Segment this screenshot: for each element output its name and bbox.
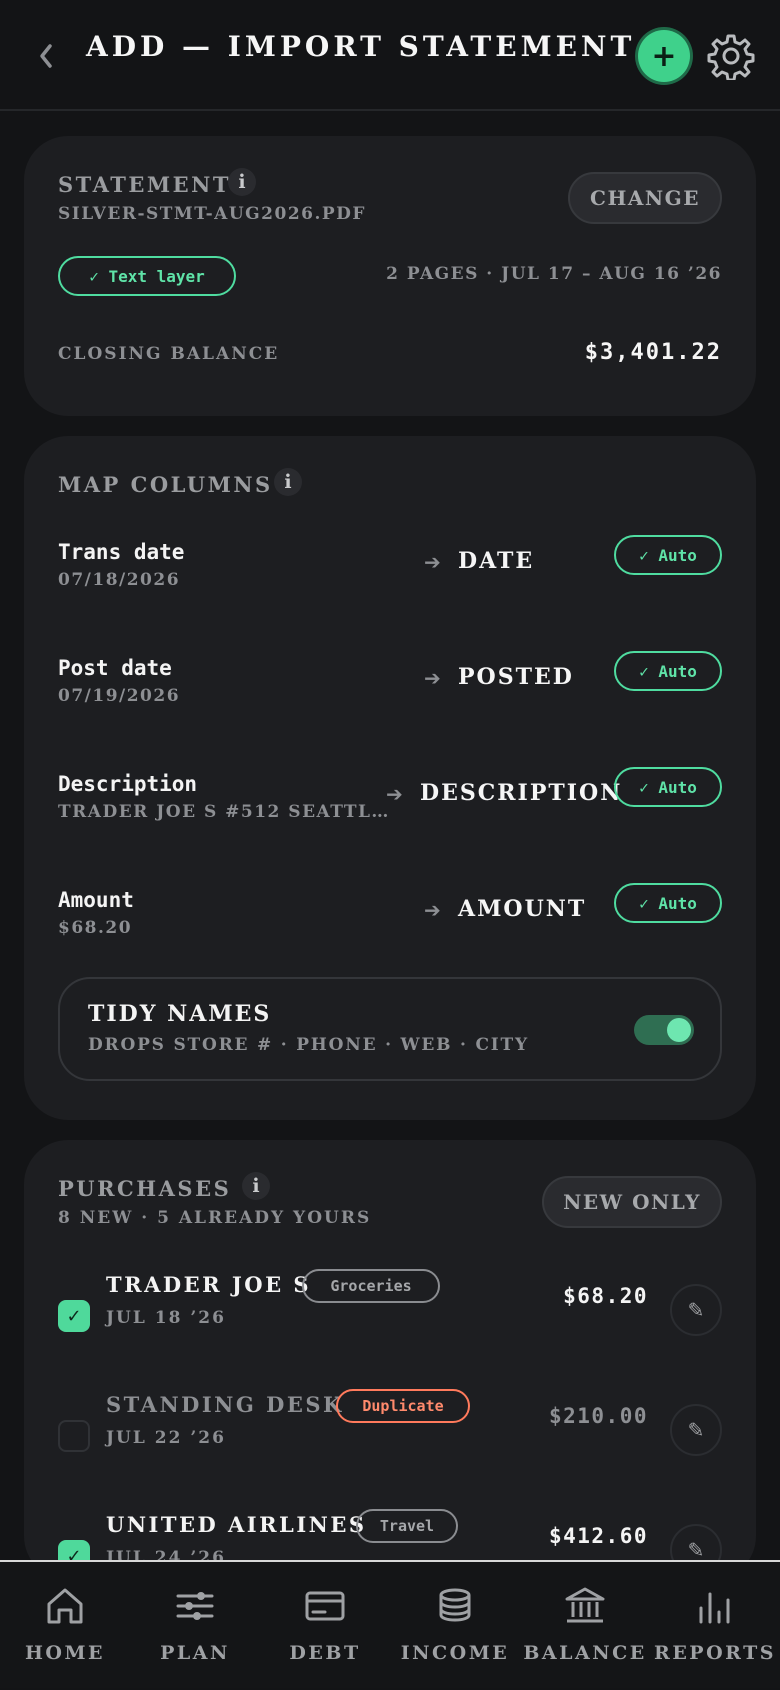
arrow-right-icon: ➔: [424, 898, 441, 922]
text-layer-badge: ✓ Text layer: [58, 256, 236, 296]
transaction-row[interactable]: STANDING DESK Duplicate JUL 22 ’26 $210.…: [24, 1389, 756, 1456]
transaction-amount: $412.60: [548, 1524, 648, 1548]
auto-badge: ✓ Auto: [614, 651, 722, 691]
info-icon[interactable]: i: [274, 468, 302, 496]
settings-button[interactable]: [706, 31, 756, 81]
new-only-filter-button[interactable]: NEW ONLY: [542, 1176, 722, 1228]
arrow-right-icon: ➔: [424, 666, 441, 690]
purchases-summary: 8 NEW · 5 ALREADY YOURS: [58, 1208, 372, 1228]
column-sample: $68.20: [58, 918, 133, 938]
column-mapping-row[interactable]: Trans date 07/18/2026 ➔ DATE ✓ Auto: [24, 535, 756, 610]
nav-label: BALANCE: [523, 1642, 647, 1664]
nav-label: INCOME: [400, 1642, 510, 1664]
edit-button[interactable]: ✎: [670, 1404, 722, 1456]
column-sample: 07/18/2026: [58, 570, 181, 590]
column-name: Post date: [58, 656, 172, 680]
column-name: Trans date: [58, 540, 185, 564]
page-title: ADD — IMPORT STATEMENT: [86, 30, 636, 63]
coins-icon: [439, 1588, 471, 1622]
auto-badge: ✓ Auto: [614, 767, 722, 807]
column-target[interactable]: AMOUNT: [458, 896, 586, 922]
toggle-knob: [667, 1018, 691, 1042]
statement-meta: 2 PAGES · JUL 17 – AUG 16 ’26: [386, 264, 722, 284]
nav-debt[interactable]: DEBT: [260, 1562, 390, 1690]
column-sample: 07/19/2026: [58, 686, 181, 706]
nav-reports[interactable]: REPORTS: [650, 1562, 780, 1690]
column-mapping-row[interactable]: Description TRADER JOE S #512 SEATTL… ➔ …: [24, 767, 756, 842]
bank-icon: [565, 1587, 605, 1623]
tidy-names-title: TIDY NAMES: [88, 1001, 272, 1027]
pencil-icon: ✎: [687, 1418, 705, 1442]
back-button[interactable]: [30, 36, 62, 76]
nav-label: REPORTS: [654, 1642, 776, 1664]
bottom-navigation: HOME PLAN DEBT INCOME BALANCE REPORTS: [0, 1560, 780, 1688]
gear-icon: [707, 34, 755, 80]
duplicate-badge: Duplicate: [336, 1389, 470, 1423]
closing-balance-value: $3,401.22: [584, 340, 722, 365]
purchases-label: PURCHASES: [58, 1176, 232, 1201]
change-button[interactable]: CHANGE: [568, 172, 722, 224]
info-icon[interactable]: i: [228, 168, 256, 196]
column-name: Amount: [58, 888, 134, 912]
nav-label: HOME: [24, 1642, 106, 1664]
map-columns-card: MAP COLUMNS i Trans date 07/18/2026 ➔ DA…: [24, 436, 756, 1120]
top-bar: ADD — IMPORT STATEMENT +: [0, 0, 780, 111]
column-name: Description: [58, 772, 198, 796]
add-button[interactable]: +: [638, 30, 690, 82]
map-columns-label: MAP COLUMNS: [58, 472, 273, 497]
statement-label: STATEMENT: [58, 172, 231, 197]
nav-income[interactable]: INCOME: [390, 1562, 520, 1690]
transaction-amount: $68.20: [563, 1284, 648, 1308]
nav-balance[interactable]: BALANCE: [520, 1562, 650, 1690]
nav-home[interactable]: HOME: [0, 1562, 130, 1690]
statement-filename: SILVER-STMT-AUG2026.PDF: [58, 204, 366, 224]
auto-badge: ✓ Auto: [614, 535, 722, 575]
nav-label: DEBT: [289, 1642, 361, 1664]
chevron-left-icon: [40, 44, 52, 68]
merchant-name: STANDING DESK: [106, 1392, 344, 1417]
checkbox-unchecked[interactable]: [58, 1420, 90, 1452]
column-sample: TRADER JOE S #512 SEATTL…: [58, 802, 390, 822]
auto-badge: ✓ Auto: [614, 883, 722, 923]
column-target[interactable]: DESCRIPTION: [420, 780, 622, 806]
column-target[interactable]: DATE: [458, 548, 534, 574]
column-mapping-row[interactable]: Post date 07/19/2026 ➔ POSTED ✓ Auto: [24, 651, 756, 726]
transaction-date: JUL 18 ’26: [106, 1308, 226, 1328]
tidy-names-subtitle: DROPS STORE # · PHONE · WEB · CITY: [88, 1035, 529, 1055]
tidy-names-toggle[interactable]: [634, 1015, 694, 1045]
plus-icon: +: [651, 38, 677, 74]
merchant-name: UNITED AIRLINES: [106, 1512, 367, 1537]
info-icon[interactable]: i: [242, 1172, 270, 1200]
tidy-names-option: TIDY NAMES DROPS STORE # · PHONE · WEB ·…: [58, 977, 722, 1081]
edit-button[interactable]: ✎: [670, 1284, 722, 1336]
pencil-icon: ✎: [687, 1298, 705, 1322]
home-icon: [47, 1588, 83, 1624]
transaction-row[interactable]: ✓ TRADER JOE S Groceries JUL 18 ’26 $68.…: [24, 1269, 756, 1336]
transaction-date: JUL 22 ’26: [106, 1428, 226, 1448]
column-mapping-row[interactable]: Amount $68.20 ➔ AMOUNT ✓ Auto: [24, 883, 756, 958]
purchases-card: PURCHASES i 8 NEW · 5 ALREADY YOURS NEW …: [24, 1140, 756, 1580]
checkbox-checked[interactable]: ✓: [58, 1300, 90, 1332]
category-badge[interactable]: Travel: [356, 1509, 458, 1543]
credit-card-icon: [305, 1591, 345, 1621]
sliders-icon: [176, 1592, 214, 1620]
nav-plan[interactable]: PLAN: [130, 1562, 260, 1690]
column-target[interactable]: POSTED: [458, 664, 574, 690]
arrow-right-icon: ➔: [424, 550, 441, 574]
statement-card: STATEMENT i SILVER-STMT-AUG2026.PDF CHAN…: [24, 136, 756, 416]
category-badge[interactable]: Groceries: [302, 1269, 440, 1303]
bar-chart-icon: [699, 1592, 730, 1624]
arrow-right-icon: ➔: [386, 782, 403, 806]
closing-balance-label: CLOSING BALANCE: [58, 344, 280, 364]
pencil-icon: ✎: [687, 1538, 705, 1562]
transaction-amount: $210.00: [548, 1404, 648, 1428]
merchant-name: TRADER JOE S: [106, 1272, 312, 1297]
nav-label: PLAN: [160, 1642, 230, 1664]
